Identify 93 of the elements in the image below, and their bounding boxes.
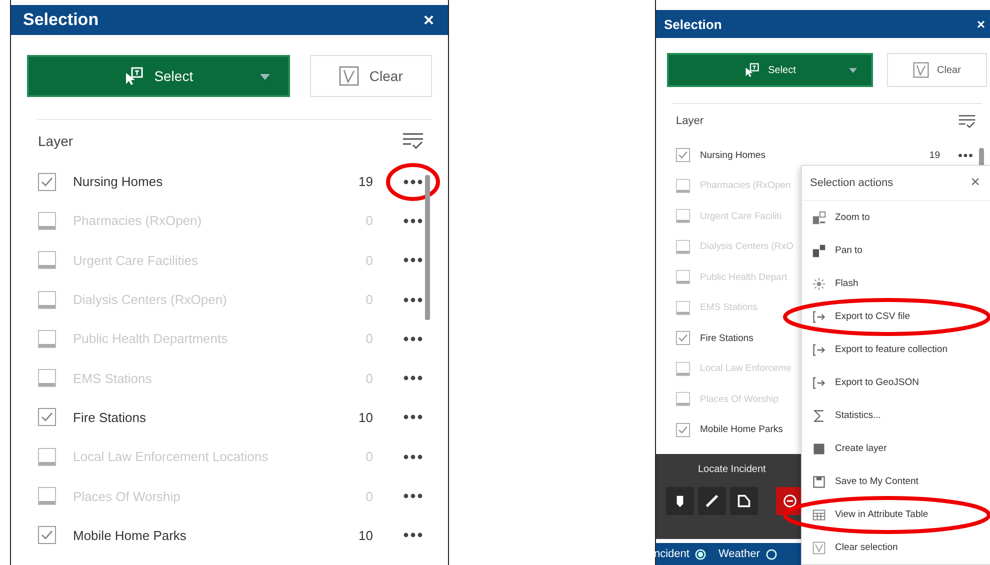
export-icon <box>812 376 826 390</box>
layer-checkbox[interactable] <box>676 270 690 284</box>
close-button[interactable]: × <box>423 10 434 30</box>
pin-icon <box>676 494 684 508</box>
export-icon <box>812 342 826 356</box>
more-icon <box>403 257 423 264</box>
select-tool-icon <box>744 63 760 77</box>
layer-name: Fire Stations <box>73 410 147 425</box>
layer-checkbox[interactable] <box>38 172 56 191</box>
layer-checkbox[interactable] <box>676 178 690 193</box>
toolbar-title: Locate Incident <box>698 464 766 475</box>
remove-icon <box>783 494 797 508</box>
layer-checkbox[interactable] <box>38 487 56 506</box>
polygon-tool-button[interactable] <box>730 487 758 515</box>
menu-item[interactable]: Save to My Content <box>835 476 918 487</box>
layer-name: Nursing Homes <box>700 150 766 161</box>
panel-title: Selection <box>664 16 722 32</box>
layer-checkbox[interactable] <box>38 526 56 544</box>
menu-item[interactable]: View in Attribute Table <box>835 509 928 520</box>
clear-selection-icon <box>339 66 360 86</box>
layer-name: Mobile Home Parks <box>73 528 188 543</box>
menu-item[interactable]: Export to GeoJSON <box>835 377 919 388</box>
more-icon <box>403 532 423 538</box>
layer-checkbox[interactable] <box>676 300 690 315</box>
menu-item[interactable]: Pan to <box>835 245 862 256</box>
layer-checkbox[interactable] <box>676 422 690 437</box>
selection-count: 10 <box>358 410 373 425</box>
more-icon <box>403 336 423 342</box>
more-icon <box>403 296 423 303</box>
flash-icon <box>812 276 826 290</box>
more-icon <box>403 454 423 460</box>
filter-list-icon[interactable] <box>958 114 976 128</box>
clear-button[interactable]: Clear <box>310 55 432 97</box>
layer-name: Fire Stations <box>700 332 754 344</box>
pin-tool-button[interactable] <box>666 487 694 515</box>
more-icon <box>403 375 423 382</box>
layer-checkbox[interactable] <box>38 448 56 466</box>
more-icon <box>403 178 423 185</box>
layer-checkbox[interactable] <box>38 330 56 348</box>
layer-checkbox[interactable] <box>676 392 690 406</box>
filter-list-icon[interactable] <box>402 132 424 150</box>
clear-icon <box>812 540 826 554</box>
tab[interactable]: Weather <box>718 548 789 560</box>
menu-title: Selection actions <box>810 177 894 189</box>
layer-header: Layer <box>676 115 704 127</box>
layer-checkbox[interactable] <box>676 240 690 254</box>
select-button[interactable]: Select <box>27 55 290 97</box>
selection-count: 10 <box>358 528 373 543</box>
layer-checkbox[interactable] <box>676 148 690 162</box>
statistics-icon <box>812 408 826 422</box>
export-icon <box>812 310 826 324</box>
layer-checkbox[interactable] <box>676 209 690 224</box>
clear-button[interactable]: Clear <box>887 53 987 87</box>
close-button[interactable]: × <box>976 16 985 32</box>
more-icon <box>403 218 423 224</box>
selection-count: 19 <box>928 150 940 161</box>
line-icon <box>705 494 719 508</box>
close-button[interactable]: × <box>970 174 980 192</box>
layer-header: Layer <box>38 133 74 149</box>
layer-checkbox[interactable] <box>38 212 56 230</box>
menu-item[interactable]: Create layer <box>835 443 887 454</box>
selection-count: 19 <box>358 174 373 190</box>
layer-name: Nursing Homes <box>73 174 164 190</box>
save-icon <box>812 474 826 488</box>
layer-checkbox[interactable] <box>676 331 690 346</box>
zoom-icon <box>812 210 826 224</box>
menu-item[interactable]: Flash <box>835 278 858 289</box>
pan-icon <box>812 244 826 258</box>
caret-icon <box>260 74 270 80</box>
more-icon <box>958 152 972 158</box>
scrollbar[interactable] <box>425 175 430 320</box>
clear-selection-icon <box>913 62 930 78</box>
caret-icon <box>849 68 857 73</box>
menu-item[interactable]: Export to CSV file <box>835 311 910 322</box>
layer-checkbox[interactable] <box>38 290 56 309</box>
select-tool-icon <box>124 67 144 85</box>
polygon-icon <box>737 494 751 508</box>
more-icon <box>403 493 423 500</box>
select-button[interactable]: Select <box>667 53 873 87</box>
menu-item[interactable]: Zoom to <box>835 212 870 223</box>
layer-checkbox[interactable] <box>38 251 56 270</box>
layer-checkbox[interactable] <box>38 408 56 426</box>
layer-name: Mobile Home Parks <box>700 424 783 436</box>
menu-item[interactable]: Export to feature collection <box>835 344 948 355</box>
table-icon <box>812 508 826 522</box>
panel-title: Selection <box>23 10 99 30</box>
menu-item[interactable]: Clear selection <box>835 542 898 553</box>
tab[interactable]: ncident <box>654 548 718 560</box>
line-tool-button[interactable] <box>698 487 726 515</box>
more-icon <box>403 414 423 420</box>
menu-item[interactable]: Statistics... <box>835 410 881 421</box>
layer-checkbox[interactable] <box>38 369 56 388</box>
layer-checkbox[interactable] <box>676 362 690 376</box>
